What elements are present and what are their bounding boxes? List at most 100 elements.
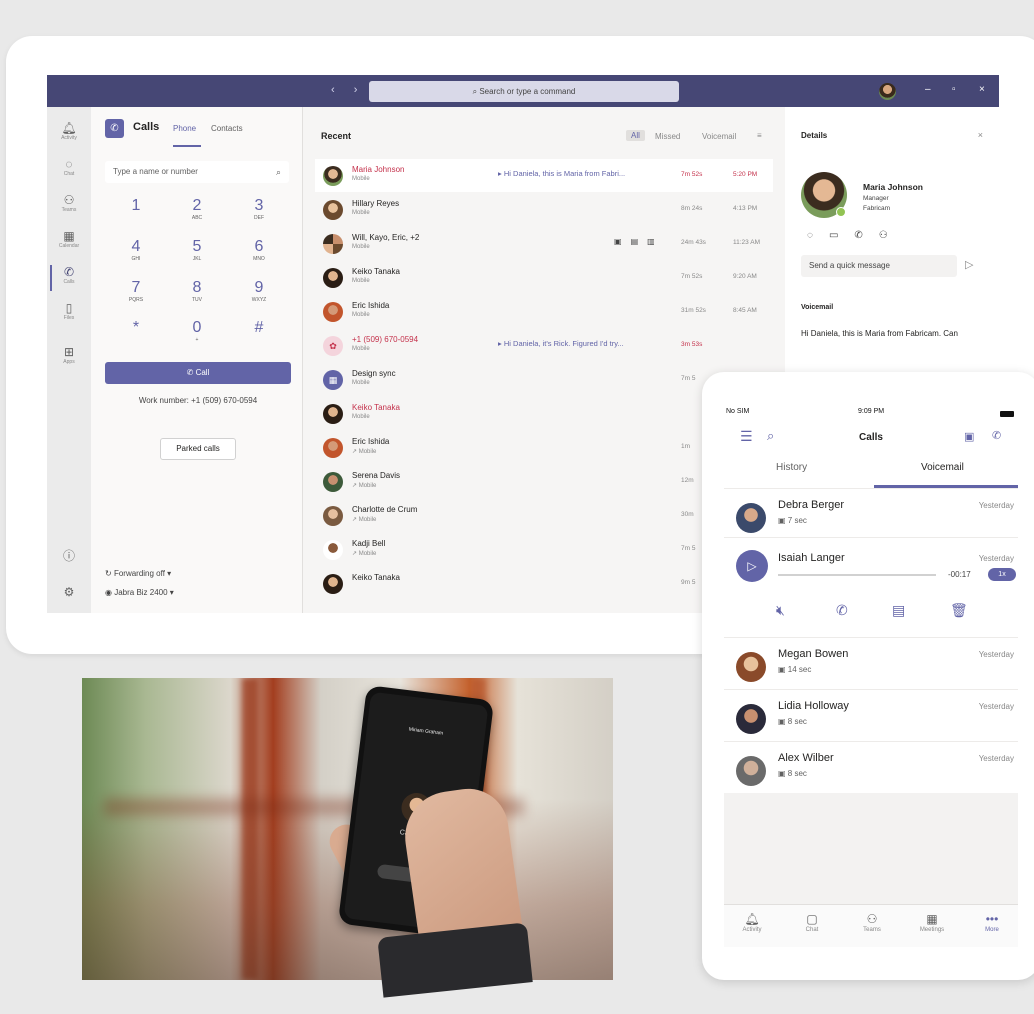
forward-icon: ↻: [105, 569, 114, 578]
dial-key-5[interactable]: 5 JKL: [177, 238, 217, 262]
tab-phone[interactable]: Phone: [173, 124, 196, 133]
voicemail-snippet[interactable]: ▸ Hi Daniela, this is Maria from Fabri..…: [498, 169, 625, 178]
work-number: Work number: +1 (509) 670-0594: [138, 396, 258, 405]
recent-row[interactable]: Maria Johnson Mobile ▸ Hi Daniela, this …: [315, 159, 773, 192]
contact-name: Eric Ishida: [352, 437, 390, 446]
device-dropdown[interactable]: ◉ Jabra Biz 2400 ▾: [105, 588, 174, 597]
people-icon[interactable]: ⚇: [879, 230, 904, 241]
nav-more[interactable]: ••• More: [970, 911, 1014, 933]
dial-key-9[interactable]: 9 WXYZ: [239, 279, 279, 303]
search-icon: ⌕: [275, 167, 281, 177]
recent-row[interactable]: Hillary Reyes Mobile 8m 24s 4:13 PM: [315, 193, 773, 226]
meeting-actions[interactable]: ▣▤▥: [614, 237, 664, 246]
filter-voicemail[interactable]: Voicemail: [702, 132, 736, 141]
nav-teams[interactable]: ⚇ Teams: [850, 911, 894, 933]
nav-arrows[interactable]: ‹ ›: [331, 84, 365, 96]
rail-item-calls[interactable]: ✆ Calls: [47, 265, 91, 291]
flower-avatar: ✿: [323, 336, 343, 356]
dial-key-1[interactable]: 1: [116, 197, 156, 215]
play-button[interactable]: ▷: [736, 550, 768, 582]
recent-title: Recent: [321, 131, 352, 141]
call-duration: 3m 53s: [681, 341, 703, 348]
call-duration: 30m: [681, 511, 694, 518]
delete-icon[interactable]: 🗑︎: [950, 602, 968, 619]
voicemail-icon: ▣: [778, 769, 788, 778]
key-letters: MNO: [253, 256, 265, 262]
voicemail-caller: Debra Berger: [778, 499, 845, 511]
number-input[interactable]: Type a name or number ⌕: [105, 161, 289, 183]
key-letters: ABC: [191, 215, 203, 221]
carrier-status: No SIM: [726, 408, 750, 415]
nav-chat[interactable]: ▢ Chat: [790, 911, 834, 933]
close-button[interactable]: ×: [979, 84, 985, 95]
mute-speaker-icon[interactable]: 🔇︎: [776, 602, 785, 619]
filter-icon[interactable]: ≡: [757, 131, 762, 140]
dial-key-2[interactable]: 2 ABC: [177, 197, 217, 221]
playback-progress[interactable]: [778, 574, 936, 576]
voicemail-item[interactable]: Megan Bowen ▣ 14 sec Yesterday: [724, 637, 1018, 689]
headset-icon: ◉: [105, 588, 115, 597]
dial-key-3[interactable]: 3 DEF: [239, 197, 279, 221]
call-button[interactable]: ✆ Call: [105, 362, 291, 384]
filter-missed[interactable]: Missed: [655, 132, 680, 141]
recent-row[interactable]: ✿ +1 (509) 670-0594 Mobile ▸ Hi Daniela,…: [315, 329, 773, 362]
nav-meetings[interactable]: ▦ Meetings: [910, 911, 954, 933]
chat-icon[interactable]: ◌: [807, 230, 829, 241]
dial-key-7[interactable]: 7 PQRS: [116, 279, 156, 303]
dial-key-hash[interactable]: #: [239, 319, 279, 337]
add-call-icon[interactable]: ✆: [992, 429, 1001, 442]
presence-available-icon: [836, 207, 846, 217]
voicemail-item[interactable]: Lidia Holloway ▣ 8 sec Yesterday: [724, 689, 1018, 741]
nav-label: Chat: [805, 927, 819, 933]
contact-card-icon[interactable]: ▤: [892, 602, 905, 619]
voicemail-player: ▷ Isaiah Langer Yesterday -00:17 1x 🔇︎ ✆…: [724, 537, 1018, 637]
recent-row[interactable]: Eric Ishida Mobile 31m 52s 8:45 AM: [315, 295, 773, 328]
apps-icon: ⊞: [63, 345, 75, 359]
dial-key-6[interactable]: 6 MNO: [239, 238, 279, 262]
rail-item-activity[interactable]: 🔔︎ Activity: [47, 121, 91, 141]
recent-row[interactable]: Will, Kayo, Eric, +2 Mobile ▣▤▥ 24m 43s …: [315, 227, 773, 260]
video-icon[interactable]: ▭: [829, 230, 854, 241]
rail-label: Files: [63, 315, 75, 321]
close-icon[interactable]: ×: [978, 130, 983, 140]
parked-calls-button[interactable]: Parked calls: [160, 438, 236, 460]
nav-activity[interactable]: 🔔︎ Activity: [730, 911, 774, 933]
forwarding-dropdown[interactable]: ↻ Forwarding off ▾: [105, 569, 171, 578]
quick-message-input[interactable]: Send a quick message: [801, 255, 957, 277]
help-button[interactable]: ⓘ: [47, 549, 91, 563]
voicemail-item[interactable]: Debra Berger ▣ 7 sec Yesterday: [724, 488, 1018, 540]
tab-voicemail[interactable]: Voicemail: [921, 462, 964, 473]
dialpad-icon[interactable]: ▣: [964, 430, 974, 443]
filter-all[interactable]: All: [626, 130, 645, 141]
key-letters: +: [195, 337, 199, 343]
minimize-button[interactable]: –: [925, 84, 931, 95]
recent-row[interactable]: Keiko Tanaka Mobile 7m 52s 9:20 AM: [315, 261, 773, 294]
tab-contacts[interactable]: Contacts: [211, 124, 243, 133]
rail-item-files[interactable]: ▯ Files: [47, 301, 91, 321]
dial-key-8[interactable]: 8 TUV: [177, 279, 217, 303]
rail-item-apps[interactable]: ⊞ Apps: [47, 345, 91, 365]
rail-item-teams[interactable]: ⚇ Teams: [47, 193, 91, 213]
maximize-button[interactable]: ▫: [952, 84, 956, 95]
user-avatar[interactable]: [879, 83, 896, 100]
voicemail-item[interactable]: Alex Wilber ▣ 8 sec Yesterday: [724, 741, 1018, 793]
voicemail-snippet[interactable]: ▸ Hi Daniela, it's Rick. Figured I'd try…: [498, 339, 624, 348]
voicemail-length: ▣ 14 sec: [778, 665, 811, 674]
playback-speed-button[interactable]: 1x: [988, 568, 1016, 581]
phone-icon[interactable]: ✆: [854, 230, 878, 241]
send-icon[interactable]: ▷: [965, 258, 973, 271]
command-search-input[interactable]: ⌕ Search or type a command: [369, 81, 679, 102]
contact-sub: Mobile: [352, 244, 370, 250]
device-label: Jabra Biz 2400: [114, 588, 168, 597]
contact-sub: Mobile: [352, 380, 370, 386]
contact-actions[interactable]: ◌▭✆⚇: [807, 230, 904, 241]
rail-item-chat[interactable]: ◌ Chat: [47, 157, 91, 177]
rail-item-calendar[interactable]: ▦ Calendar: [47, 229, 91, 249]
phone-icon[interactable]: ✆: [836, 602, 848, 619]
avatar: [736, 756, 766, 786]
dial-key-4[interactable]: 4 GHI: [116, 238, 156, 262]
settings-button[interactable]: ⚙: [47, 585, 91, 599]
dial-key-star[interactable]: *: [116, 319, 156, 337]
tab-history[interactable]: History: [776, 462, 807, 473]
dial-key-0[interactable]: 0 +: [177, 319, 217, 343]
